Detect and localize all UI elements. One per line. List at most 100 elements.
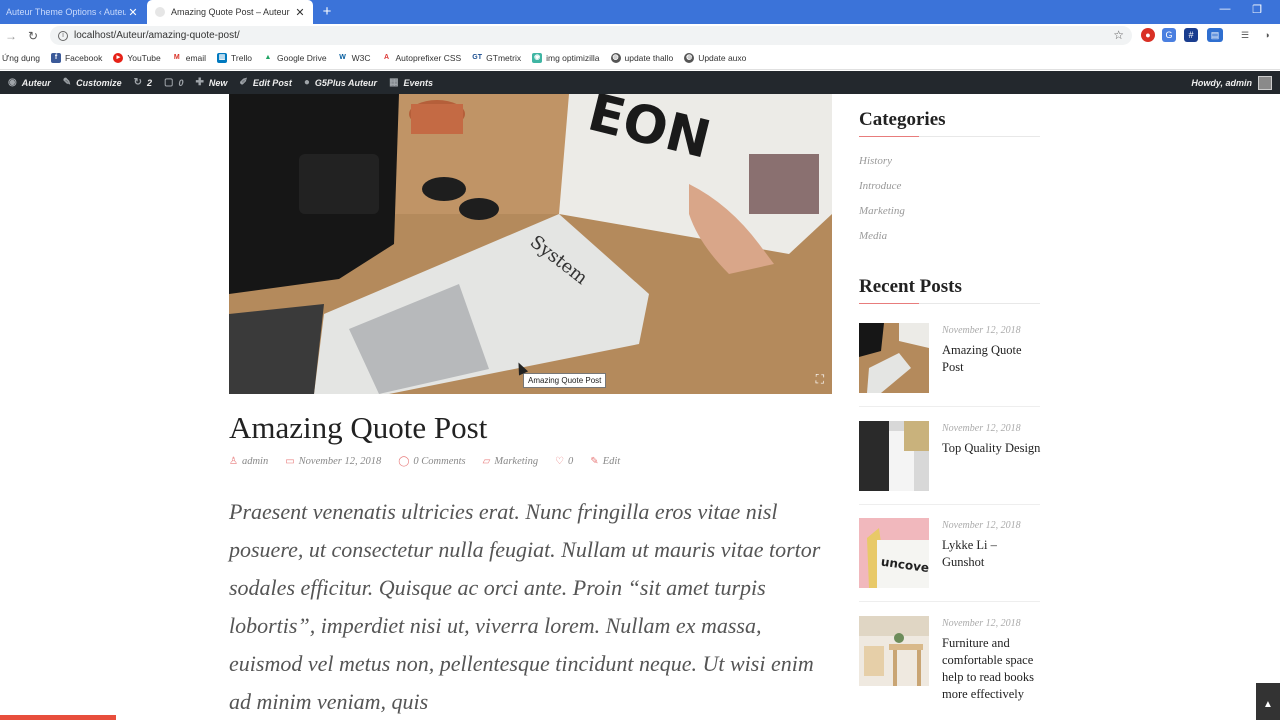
- category-item[interactable]: Introduce: [859, 180, 905, 205]
- bookmark-youtube[interactable]: ▸ YouTube: [113, 53, 161, 63]
- categories-list: History Introduce Marketing Media: [859, 155, 905, 255]
- admin-site-link[interactable]: ◉ Auteur: [8, 77, 51, 88]
- admin-customize-link[interactable]: ✎ Customize: [63, 77, 122, 88]
- bookmark-update-thallo[interactable]: ◍ update thallo: [610, 53, 673, 63]
- post-category-link[interactable]: ▱ Marketing: [483, 456, 538, 467]
- recent-post-thumbnail[interactable]: uncover: [859, 518, 929, 588]
- url-text: localhost/Auteur/amazing-quote-post/: [74, 30, 240, 41]
- comment-icon: ◯: [398, 456, 410, 467]
- forward-icon[interactable]: →: [0, 29, 22, 43]
- user-icon: ♙: [229, 456, 238, 467]
- translate-extension-icon[interactable]: G: [1162, 28, 1176, 42]
- bookmarks-bar: Ứng dụng f Facebook ▸ YouTube Memail ▥ Trel…: [0, 47, 1280, 70]
- bookmark-google-drive[interactable]: ▲ Google Drive: [263, 53, 327, 63]
- post-edit-link[interactable]: ✎ Edit: [590, 456, 620, 467]
- bookmark-facebook[interactable]: f Facebook: [50, 53, 102, 63]
- categories-widget-title: Categories: [859, 109, 1040, 137]
- browser-tab-bar: Auteur Theme Options ‹ Auteur ✕ Amazing …: [0, 0, 1280, 24]
- post-date-link[interactable]: ▭ November 12, 2018: [285, 456, 381, 467]
- w3c-icon: W: [337, 53, 348, 63]
- updates-icon: ↻: [133, 77, 143, 88]
- admin-g5plus-link[interactable]: ● G5Plus Auteur: [304, 77, 377, 88]
- adblock-extension-icon[interactable]: ●: [1141, 28, 1155, 42]
- optimizilla-icon: ◉: [532, 53, 543, 63]
- url-input[interactable]: i localhost/Auteur/amazing-quote-post/ ☆: [50, 26, 1132, 45]
- post-author-link[interactable]: ♙ admin: [229, 456, 268, 467]
- admin-account-menu[interactable]: Howdy, admin: [1191, 71, 1272, 94]
- info-icon[interactable]: i: [58, 30, 68, 41]
- tab-amazing-quote-post[interactable]: Amazing Quote Post – Auteur ✕: [147, 0, 313, 24]
- close-icon[interactable]: ✕: [126, 6, 140, 19]
- youtube-icon: ▸: [113, 53, 124, 63]
- plus-icon: ✚: [195, 77, 204, 88]
- new-extension-icon[interactable]: ▤: [1207, 28, 1223, 42]
- category-item[interactable]: Marketing: [859, 205, 905, 230]
- recent-post-thumbnail[interactable]: [859, 323, 929, 393]
- admin-new-link[interactable]: ✚ New: [196, 77, 228, 88]
- expand-icon[interactable]: ⛶: [816, 372, 824, 387]
- grid-extension-icon[interactable]: #: [1184, 28, 1198, 42]
- post-excerpt: Praesent venenatis ultricies erat. Nunc …: [229, 499, 821, 714]
- featured-image[interactable]: EON System Amazing Quote Post ⛶: [229, 94, 832, 394]
- tab-theme-options[interactable]: Auteur Theme Options ‹ Auteur ✕: [0, 0, 146, 24]
- pencil-icon: ✎: [590, 456, 599, 467]
- recent-post-thumbnail[interactable]: [859, 421, 929, 491]
- minimize-icon[interactable]: —: [1215, 3, 1235, 15]
- post-like-button[interactable]: ♡ 0: [555, 456, 573, 467]
- recent-post-title[interactable]: Top Quality Design: [942, 440, 1042, 457]
- profile-extension-icon[interactable]: ◑: [1260, 28, 1274, 42]
- recent-post-date: November 12, 2018: [942, 423, 1021, 434]
- recent-post-thumbnail[interactable]: [859, 616, 929, 686]
- bookmark-update-auxo[interactable]: ◍ Update auxo: [684, 53, 746, 63]
- bookmark-gtmetrix[interactable]: GT GTmetrix: [472, 53, 521, 63]
- recent-post-title[interactable]: Lykke Li – Gunshot: [942, 537, 1042, 571]
- comment-icon: ▢: [164, 77, 174, 88]
- list-extension-icon[interactable]: ☰: [1238, 28, 1252, 42]
- recent-post-item[interactable]: November 12, 2018 Furniture and comforta…: [859, 616, 1040, 714]
- recent-post-title[interactable]: Amazing Quote Post: [942, 342, 1042, 376]
- admin-events-link[interactable]: ▦ Events: [389, 77, 433, 88]
- admin-edit-post-link[interactable]: ✐ Edit Post: [239, 77, 291, 88]
- post-title: Amazing Quote Post: [229, 410, 488, 445]
- globe-icon: ◍: [610, 53, 621, 63]
- close-icon[interactable]: ✕: [293, 6, 307, 19]
- new-tab-button[interactable]: +: [318, 3, 336, 21]
- admin-updates-link[interactable]: ↻ 2: [134, 77, 152, 88]
- dashboard-icon: ◉: [8, 77, 17, 88]
- brush-icon: ✎: [62, 77, 72, 88]
- bookmark-apps[interactable]: Ứng dụng: [2, 53, 40, 63]
- avatar: [1258, 75, 1272, 90]
- gtmetrix-icon: GT: [472, 53, 483, 63]
- bookmark-email[interactable]: Memail: [171, 53, 206, 63]
- reload-icon[interactable]: ↻: [22, 29, 44, 43]
- folder-icon: ▱: [482, 456, 491, 467]
- post-comments-link[interactable]: ◯ 0 Comments: [398, 456, 465, 467]
- recent-post-date: November 12, 2018: [942, 325, 1021, 336]
- featured-photo: EON System: [229, 94, 832, 394]
- tab-title: Auteur Theme Options ‹ Auteur: [6, 7, 126, 17]
- category-item[interactable]: Media: [859, 230, 905, 255]
- bookmark-autoprefixer[interactable]: A Autoprefixer CSS: [381, 53, 461, 63]
- recent-post-item[interactable]: uncover November 12, 2018 Lykke Li – Gun…: [859, 518, 1040, 616]
- recent-post-title[interactable]: Furniture and comfortable space help to …: [942, 635, 1042, 703]
- divider: [859, 406, 1040, 407]
- calendar-icon: ▭: [285, 456, 295, 467]
- divider: [859, 601, 1040, 602]
- calendar-icon: ▦: [389, 77, 399, 88]
- restore-icon[interactable]: ❐: [1247, 3, 1267, 16]
- page-favicon-icon: [155, 7, 165, 17]
- bookmark-optimizilla[interactable]: ◉ img optimizilla: [532, 53, 600, 63]
- tab-title: Amazing Quote Post – Auteur: [171, 7, 290, 17]
- category-item[interactable]: History: [859, 155, 905, 180]
- bookmark-star-icon[interactable]: ☆: [1113, 28, 1124, 42]
- heart-icon: ♡: [555, 456, 565, 467]
- bookmark-trello[interactable]: ▥ Trello: [217, 53, 252, 63]
- back-to-top-button[interactable]: ▲: [1256, 683, 1280, 720]
- recent-post-item[interactable]: November 12, 2018 Top Quality Design: [859, 421, 1040, 519]
- bulb-icon: ●: [303, 77, 310, 88]
- bookmark-w3c[interactable]: W W3C: [337, 53, 371, 63]
- recent-post-item[interactable]: November 12, 2018 Amazing Quote Post: [859, 323, 1040, 421]
- globe-icon: ◍: [684, 53, 695, 63]
- pencil-icon: ✐: [239, 77, 248, 88]
- admin-comments-link[interactable]: ▢ 0: [164, 77, 183, 88]
